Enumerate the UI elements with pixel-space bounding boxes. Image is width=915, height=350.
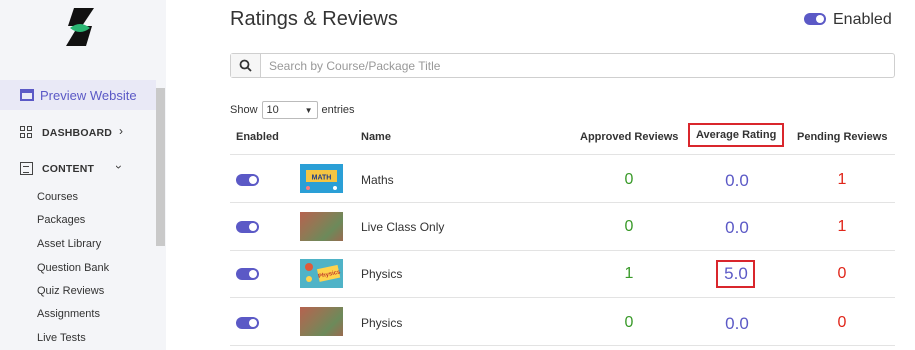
entries-control: Show 10 ▼ entries — [230, 101, 355, 119]
sidebar-item-content[interactable]: CONTENT — [20, 162, 94, 175]
brand-logo[interactable] — [60, 6, 100, 48]
sidebar-item-label: CONTENT — [42, 162, 95, 175]
chevron-down-icon[interactable]: › — [112, 165, 126, 169]
show-label: Show — [230, 104, 258, 116]
column-header-approved-reviews[interactable]: Approved Reviews — [580, 131, 678, 143]
column-header-average-rating[interactable]: Average Rating — [688, 123, 785, 147]
average-rating: 0.0 — [725, 314, 749, 333]
column-header-enabled: Enabled — [236, 131, 279, 143]
sidebar-sub-packages[interactable]: Packages — [37, 214, 85, 226]
average-rating: 0.0 — [725, 218, 749, 237]
entries-label: entries — [321, 104, 355, 116]
column-header-name[interactable]: Name — [361, 131, 391, 143]
sidebar-item-dashboard[interactable]: DASHBOARD — [20, 126, 112, 139]
pending-count[interactable]: 1 — [822, 171, 862, 189]
search-button[interactable] — [231, 54, 261, 77]
course-name[interactable]: Physics — [361, 316, 402, 330]
preview-website-link[interactable]: Preview Website — [0, 80, 156, 110]
sidebar: Preview Website DASHBOARD › CONTENT › Co… — [0, 0, 166, 350]
course-thumbnail: MATH — [300, 164, 343, 193]
row-enabled-toggle[interactable] — [236, 317, 259, 329]
divider — [230, 202, 895, 203]
approved-count: 0 — [624, 314, 634, 331]
sidebar-sub-assignments[interactable]: Assignments — [37, 308, 100, 320]
chevron-right-icon[interactable]: › — [119, 124, 123, 138]
row-enabled-toggle[interactable] — [236, 221, 259, 233]
average-rating: 0.0 — [725, 171, 749, 190]
dashboard-icon — [20, 126, 33, 139]
course-thumbnail — [300, 307, 343, 336]
divider — [230, 154, 895, 155]
approved-count: 0 — [624, 171, 634, 188]
divider — [230, 345, 895, 346]
search-icon — [239, 59, 252, 72]
course-thumbnail: Physics — [300, 259, 343, 288]
entries-value: 10 — [266, 104, 279, 116]
approved-count: 1 — [624, 265, 634, 282]
sidebar-sub-courses[interactable]: Courses — [37, 191, 78, 203]
page-title: Ratings & Reviews — [230, 8, 398, 30]
row-enabled-toggle[interactable] — [236, 268, 259, 280]
course-thumbnail — [300, 212, 343, 241]
search-bar — [230, 53, 895, 78]
sidebar-sub-question-bank[interactable]: Question Bank — [37, 262, 109, 274]
course-name[interactable]: Live Class Only — [361, 220, 444, 234]
sidebar-sub-quiz-reviews[interactable]: Quiz Reviews — [37, 285, 104, 297]
entries-select[interactable]: 10 ▼ — [261, 101, 318, 119]
sidebar-scrollbar[interactable] — [156, 88, 165, 246]
chevron-down-icon: ▼ — [304, 105, 313, 115]
average-rating: 5.0 — [724, 264, 748, 283]
sidebar-sub-live-tests[interactable]: Live Tests — [37, 332, 86, 344]
pending-count[interactable]: 0 — [822, 265, 862, 283]
course-name[interactable]: Physics — [361, 267, 402, 281]
enabled-toggle[interactable] — [804, 13, 826, 25]
row-enabled-toggle[interactable] — [236, 174, 259, 186]
content-icon — [20, 162, 33, 175]
pending-count[interactable]: 1 — [822, 218, 862, 236]
approved-count: 0 — [624, 218, 634, 235]
preview-website-label: Preview Website — [40, 87, 137, 103]
course-name[interactable]: Maths — [361, 173, 394, 187]
divider — [230, 297, 895, 298]
search-input[interactable] — [261, 54, 894, 77]
divider — [230, 250, 895, 251]
column-header-pending-reviews[interactable]: Pending Reviews — [797, 131, 887, 143]
sidebar-item-label: DASHBOARD — [42, 126, 113, 139]
enabled-label: Enabled — [833, 11, 892, 28]
pending-count[interactable]: 0 — [822, 314, 862, 332]
svg-text:MATH: MATH — [312, 175, 332, 182]
sidebar-sub-asset-library[interactable]: Asset Library — [37, 238, 101, 250]
storefront-icon — [20, 89, 34, 101]
